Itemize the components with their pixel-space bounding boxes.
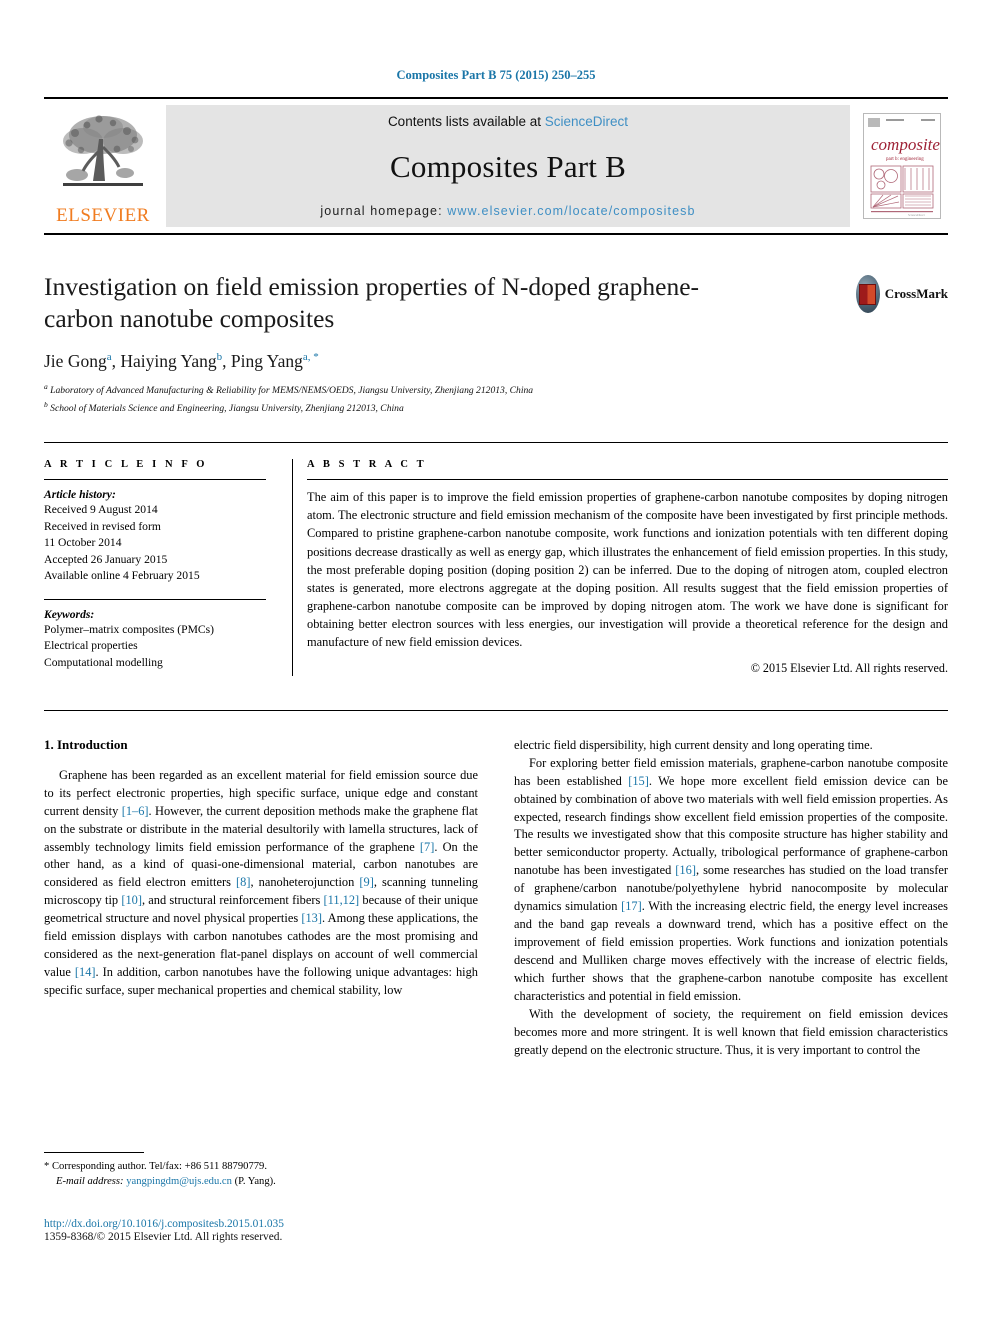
paragraph-right-2: For exploring better field emission mate… — [514, 755, 949, 1003]
crossmark-badge[interactable]: CrossMark — [856, 265, 948, 323]
citation-link[interactable]: [11,12] — [324, 893, 360, 907]
section-heading-introduction: 1. Introduction — [44, 736, 128, 752]
journal-cover-thumbnail: composites part b: engineering ScienceDi… — [856, 99, 948, 233]
body-right-column: electric field dispersibility, high curr… — [514, 737, 948, 1060]
history-revised: Received in revised form — [44, 519, 161, 533]
footnote-email-line: E-mail address: yangpingdm@ujs.edu.cn (P… — [44, 1174, 464, 1189]
elsevier-wordmark: ELSEVIER — [56, 205, 150, 226]
body-left-column: 1. Introduction Graphene has been regard… — [44, 737, 478, 1060]
article-history-label: Article history: — [44, 488, 116, 502]
footnote-corresponding-line: * Corresponding author. Tel/fax: +86 511… — [44, 1159, 464, 1174]
cover-image: composites part b: engineering ScienceDi… — [863, 113, 941, 219]
author-name-1: Jie Gong — [44, 351, 107, 372]
abstract-copyright: © 2015 Elsevier Ltd. All rights reserved… — [750, 660, 948, 675]
page-title: Investigation on field emission properti… — [44, 272, 700, 333]
citation-link[interactable]: [9] — [359, 875, 373, 889]
keyword-2: Electrical properties — [44, 639, 138, 653]
email-owner: (P. Yang). — [234, 1176, 276, 1188]
keywords-label: Keywords: — [44, 607, 95, 621]
sciencedirect-link[interactable]: ScienceDirect — [545, 114, 628, 129]
elsevier-tree-icon — [53, 109, 153, 205]
paper-page: Composites Part B 75 (2015) 250–255 ELSE… — [0, 0, 992, 1323]
citation-link[interactable]: [13] — [301, 911, 322, 925]
keyword-1: Polymer–matrix composites (PMCs) — [44, 622, 215, 636]
affiliation-mark-a: a — [44, 382, 48, 392]
divider — [307, 479, 948, 481]
journal-title: Composites Part B — [390, 148, 626, 184]
journal-homepage-line: journal homepage: www.elsevier.com/locat… — [320, 204, 695, 218]
paragraph-left-1: Graphene has been regarded as an excelle… — [44, 767, 479, 998]
contents-available-line: Contents lists available at ScienceDirec… — [388, 114, 628, 129]
doi-link[interactable]: http://dx.doi.org/10.1016/j.compositesb.… — [44, 1218, 474, 1230]
author-mark-3: a, * — [302, 351, 319, 364]
affiliation-text-a: Laboratory of Advanced Manufacturing & R… — [50, 385, 534, 397]
footnote-divider — [44, 1152, 144, 1153]
footnote-corresponding-text: Corresponding author. Tel/fax: +86 511 8… — [51, 1161, 267, 1172]
history-accepted: Accepted 26 January 2015 — [44, 552, 168, 566]
history-available-online: Available online 4 February 2015 — [44, 569, 200, 583]
paragraph-right-1: electric field dispersibility, high curr… — [514, 737, 873, 752]
history-received: Received 9 August 2014 — [44, 503, 158, 517]
abstract-column: A B S T R A C T The aim of this paper is… — [292, 459, 948, 676]
title-block: Investigation on field emission properti… — [44, 271, 948, 416]
citation-link[interactable]: [14] — [75, 965, 96, 979]
elsevier-logo: ELSEVIER — [44, 99, 162, 233]
citation-link[interactable]: [16] — [675, 863, 696, 877]
citation-link[interactable]: [8] — [236, 875, 250, 889]
author-list: Jie Gonga, Haiying Yangb, Ping Yanga, * — [44, 351, 319, 372]
citation-link[interactable]: [15] — [628, 774, 649, 788]
doi-block: http://dx.doi.org/10.1016/j.compositesb.… — [44, 1218, 474, 1243]
footnote-marker: * — [44, 1161, 50, 1172]
citation-link[interactable]: [1–6] — [122, 804, 149, 818]
issn-copyright-line: 1359-8368/© 2015 Elsevier Ltd. All right… — [44, 1231, 283, 1243]
running-head: Composites Part B 75 (2015) 250–255 — [396, 68, 596, 82]
author-mark-1: a — [106, 351, 112, 364]
homepage-url-link[interactable]: www.elsevier.com/locate/compositesb — [447, 204, 695, 218]
citation-link[interactable]: [10] — [121, 893, 142, 907]
affiliation-mark-b: b — [44, 399, 48, 409]
email-address-label: E-mail address: — [56, 1176, 124, 1188]
contents-prefix: Contents lists available at — [387, 114, 545, 129]
svg-text:part b: engineering: part b: engineering — [886, 157, 924, 162]
svg-text:ScienceDirect: ScienceDirect — [908, 213, 925, 217]
email-link[interactable]: yangpingdm@ujs.edu.cn — [126, 1176, 232, 1187]
crossmark-icon — [856, 275, 880, 313]
article-info-column: A R T I C L E I N F O Article history: R… — [44, 459, 292, 675]
homepage-prefix: journal homepage: — [320, 204, 448, 218]
crossmark-label: CrossMark — [884, 286, 948, 301]
corresponding-author-footnote: * Corresponding author. Tel/fax: +86 511… — [44, 1152, 464, 1190]
abstract-text: The aim of this paper is to improve the … — [307, 490, 948, 649]
info-abstract-region: A R T I C L E I N F O Article history: R… — [44, 442, 948, 676]
crossmark-book-icon — [859, 283, 877, 305]
divider — [44, 598, 266, 600]
masthead-center: Contents lists available at ScienceDirec… — [166, 105, 850, 227]
author-mark-2: b — [216, 351, 223, 364]
body-region: 1. Introduction Graphene has been regard… — [44, 709, 948, 1060]
affiliation-1: a Laboratory of Advanced Manufacturing &… — [44, 381, 948, 399]
affiliation-2: b School of Materials Science and Engine… — [44, 399, 948, 417]
history-revised-date: 11 October 2014 — [44, 536, 122, 550]
author-name-2: Haiying Yang — [120, 351, 217, 372]
article-info-heading: A R T I C L E I N F O — [44, 459, 208, 471]
citation-link[interactable]: [17] — [621, 899, 642, 913]
author-name-3: Ping Yang — [230, 351, 303, 372]
affiliation-text-b: School of Materials Science and Engineer… — [50, 402, 404, 414]
divider — [44, 479, 266, 481]
citation-link[interactable]: [7] — [420, 840, 434, 854]
svg-text:composites: composites — [871, 135, 940, 154]
journal-masthead: ELSEVIER Contents lists available at Sci… — [44, 97, 948, 235]
abstract-heading: A B S T R A C T — [307, 459, 427, 471]
paragraph-right-3: With the development of society, the req… — [514, 1006, 948, 1057]
keyword-3: Computational modelling — [44, 655, 163, 669]
